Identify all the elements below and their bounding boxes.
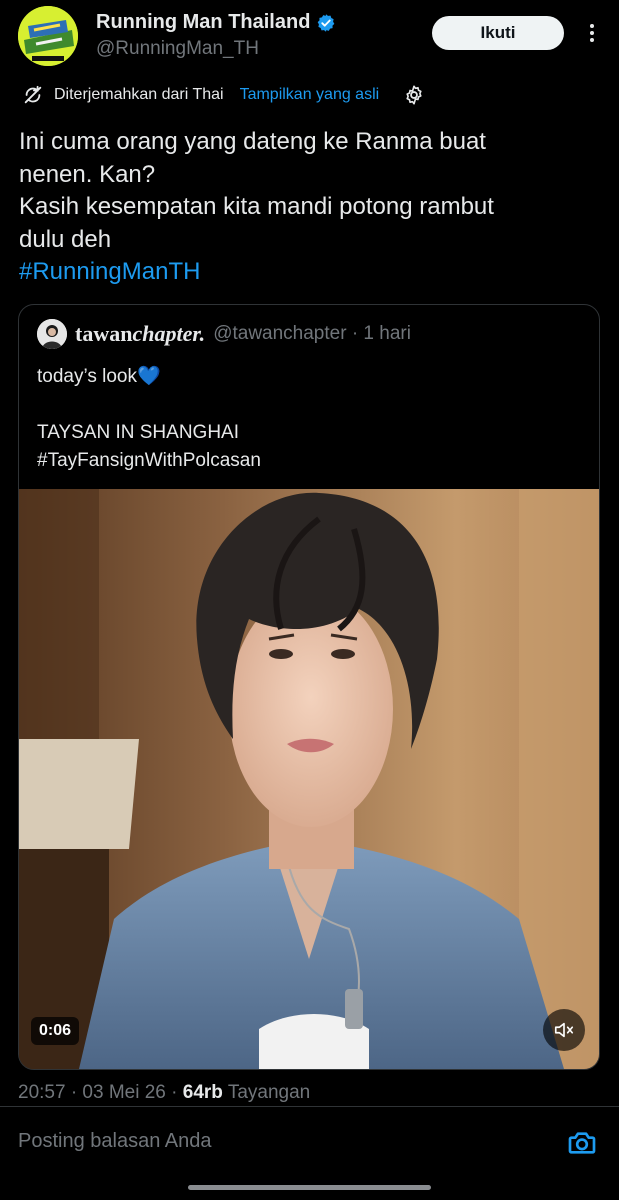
quoted-author-name[interactable]: tawanchapter. [75, 321, 205, 347]
speaker-muted-icon [554, 1022, 574, 1038]
author-display-name[interactable]: Running Man Thailand [96, 11, 310, 34]
quoted-author-name-part1: tawan [75, 321, 133, 346]
author-handle[interactable]: @RunningMan_TH [96, 38, 259, 60]
quoted-tweet-text: today’s look💙 TAYSAN IN SHANGHAI #TayFan… [37, 366, 261, 471]
camera-button[interactable] [566, 1127, 598, 1159]
more-options-button[interactable] [578, 18, 606, 48]
quoted-author-avatar-image [37, 319, 67, 349]
view-count: 64rb [182, 1082, 223, 1103]
translate-icon [24, 85, 42, 104]
quoted-author-avatar[interactable] [37, 319, 67, 349]
translation-label: Diterjemahkan dari Thai [54, 86, 224, 103]
show-original-link[interactable]: Tampilkan yang asli [240, 86, 380, 104]
video-frame-image [19, 489, 599, 1069]
follow-button[interactable]: Ikuti [432, 16, 564, 50]
home-indicator [188, 1185, 431, 1190]
video-duration: 0:06 [31, 1017, 80, 1045]
tweet-timestamp: 20:57 · 03 Mei 26 · [18, 1082, 183, 1103]
quoted-tweet-card[interactable]: tawanchapter. @tawanchapter · 1 hari tod… [18, 304, 600, 1070]
tweet-body-text: Ini cuma orang yang dateng ke Ranma buat… [19, 128, 494, 253]
tweet-meta: 20:57 · 03 Mei 26 · 64rb Tayangan [18, 1082, 311, 1103]
gear-icon[interactable] [403, 84, 425, 106]
reply-input[interactable]: Posting balasan Anda [18, 1130, 212, 1153]
quoted-author-name-part2: chapter. [132, 321, 206, 346]
hashtag-link[interactable]: #RunningManTH [19, 258, 200, 285]
view-label: Tayangan [222, 1082, 311, 1103]
camera-icon [568, 1132, 596, 1154]
author-avatar[interactable] [18, 6, 78, 66]
tweet-header: Running Man Thailand @RunningMan_TH Ikut… [0, 0, 619, 78]
verified-badge-icon [318, 13, 335, 32]
tweet-text: Ini cuma orang yang dateng ke Ranma buat… [19, 126, 599, 289]
running-man-logo [18, 6, 78, 66]
more-vertical-icon [590, 24, 594, 42]
translation-row: Diterjemahkan dari Thai Tampilkan yang a… [22, 80, 425, 110]
mute-button[interactable] [543, 1009, 585, 1051]
quoted-video[interactable]: 0:06 [19, 489, 599, 1069]
reply-bar: Posting balasan Anda [0, 1106, 619, 1200]
quoted-author-handle-time: @tawanchapter · 1 hari [213, 323, 411, 344]
